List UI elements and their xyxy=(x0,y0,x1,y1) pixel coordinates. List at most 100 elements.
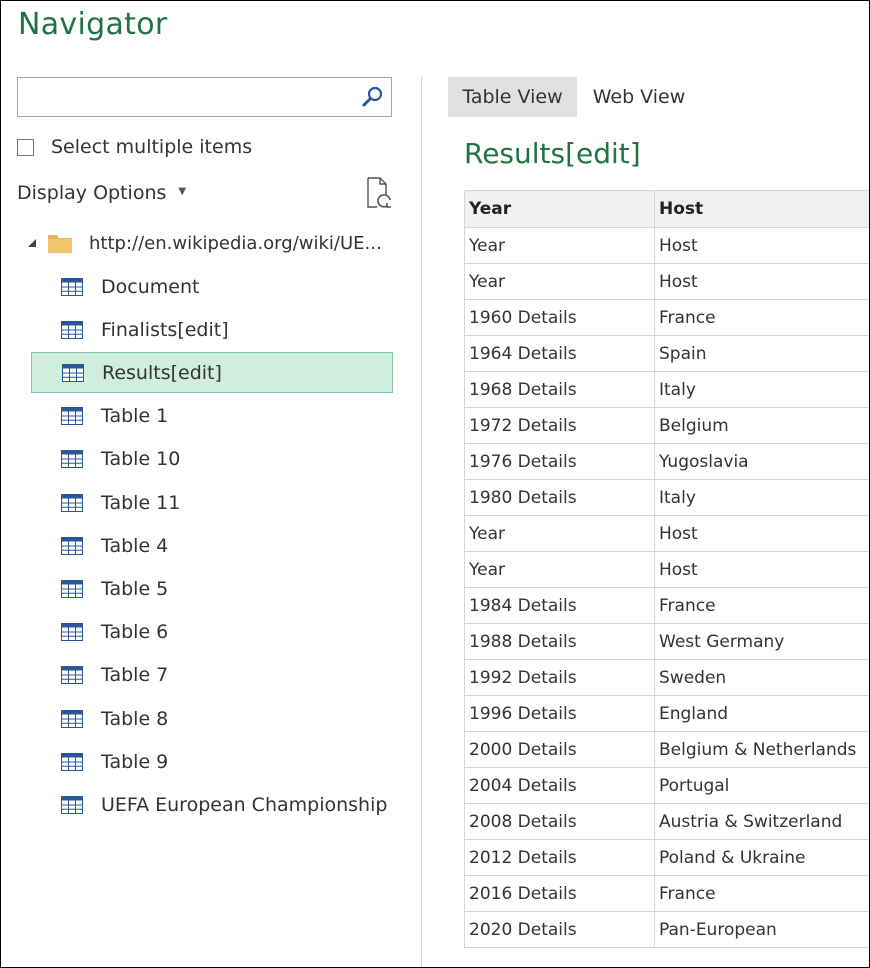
table-row: Year Host xyxy=(464,515,869,552)
cell-host: Italy xyxy=(654,479,869,516)
cell-host: Sweden xyxy=(654,659,869,696)
cell-host: Host xyxy=(654,263,869,300)
cell-year: Year xyxy=(464,227,655,264)
tree-item[interactable]: Table 1 xyxy=(31,396,393,437)
table-icon xyxy=(61,320,83,339)
tree-item-label: Table 10 xyxy=(101,448,181,471)
tree-item-label: Table 4 xyxy=(101,534,169,557)
table-row: 1972 Details Belgium xyxy=(464,407,869,444)
select-multiple-checkbox[interactable] xyxy=(17,138,34,156)
cell-year: 1996 Details xyxy=(464,695,655,732)
table-row: 1976 Details Yugoslavia xyxy=(464,443,869,480)
expand-triangle-icon[interactable] xyxy=(27,238,37,248)
tree-item[interactable]: Table 9 xyxy=(31,741,393,782)
table-row: Year Host xyxy=(464,551,869,588)
table-row: 2004 Details Portugal xyxy=(464,767,869,804)
table-icon xyxy=(62,363,84,382)
tree-item-label: Table 11 xyxy=(101,491,181,514)
tree-item[interactable]: Table 5 xyxy=(31,568,393,609)
tree-item[interactable]: Results[edit] xyxy=(31,352,393,394)
tree-item[interactable]: Table 7 xyxy=(31,655,393,696)
table-row: 1996 Details England xyxy=(464,695,869,732)
cell-year: 1960 Details xyxy=(464,299,655,336)
table-icon xyxy=(61,450,83,469)
table-icon xyxy=(61,536,83,555)
chevron-down-icon: ▼ xyxy=(178,185,187,197)
table-row: 2020 Details Pan-European xyxy=(464,911,869,948)
cell-year: 1968 Details xyxy=(464,371,655,408)
table-icon xyxy=(61,407,83,426)
tree-item[interactable]: Document xyxy=(31,266,393,307)
cell-year: 1980 Details xyxy=(464,479,655,516)
tab-table-view[interactable]: Table View xyxy=(448,77,577,117)
tree-item-label: Table 5 xyxy=(101,577,169,600)
table-row: 1960 Details France xyxy=(464,299,869,336)
cell-year: 2008 Details xyxy=(464,803,655,840)
table-row: 2012 Details Poland & Ukraine xyxy=(464,839,869,876)
tree-item-label: Table 8 xyxy=(101,707,169,730)
display-options-dropdown[interactable]: Display Options ▼ xyxy=(17,179,186,207)
folder-icon xyxy=(48,235,72,253)
window-title: Navigator xyxy=(18,7,168,42)
table-row: 1984 Details France xyxy=(464,587,869,624)
navigator-window: Navigator Select multiple items Display … xyxy=(0,0,870,968)
tree-item-label: Table 6 xyxy=(101,621,169,644)
tree-root-label: http://en.wikipedia.org/wiki/UE... xyxy=(89,232,382,254)
search-icon[interactable] xyxy=(361,85,385,109)
table-icon xyxy=(61,623,83,642)
tree-item-label: UEFA European Championship xyxy=(101,793,388,816)
cell-year: Year xyxy=(464,515,655,552)
search-input[interactable] xyxy=(17,77,392,117)
tree-item[interactable]: Finalists[edit] xyxy=(31,309,393,350)
cell-host: Belgium xyxy=(654,407,869,444)
cell-year: 1976 Details xyxy=(464,443,655,480)
tree-item[interactable]: Table 11 xyxy=(31,482,393,523)
cell-year: 1964 Details xyxy=(464,335,655,372)
table-icon xyxy=(61,666,83,685)
table-icon xyxy=(61,752,83,771)
preview-title: Results[edit] xyxy=(464,137,641,170)
cell-host: Host xyxy=(654,551,869,588)
cell-year: Year xyxy=(464,263,655,300)
cell-host: England xyxy=(654,695,869,732)
column-header-host[interactable]: Host xyxy=(654,190,869,228)
table-row: Year Host xyxy=(464,263,869,300)
column-header-year[interactable]: Year xyxy=(464,190,655,228)
tree-item[interactable]: Table 8 xyxy=(31,698,393,739)
table-row: 2008 Details Austria & Switzerland xyxy=(464,803,869,840)
tree-item[interactable]: Table 10 xyxy=(31,439,393,480)
select-multiple-option[interactable]: Select multiple items xyxy=(17,133,252,161)
cell-host: Austria & Switzerland xyxy=(654,803,869,840)
cell-host: Pan-European xyxy=(654,911,869,948)
tree-item-label: Table 1 xyxy=(101,405,169,428)
cell-host: Portugal xyxy=(654,767,869,804)
table-header-row: Year Host xyxy=(464,190,869,228)
tree-item[interactable]: Table 4 xyxy=(31,525,393,566)
cell-year: 2016 Details xyxy=(464,875,655,912)
cell-year: 2000 Details xyxy=(464,731,655,768)
pane-divider[interactable] xyxy=(421,77,422,967)
tree-item[interactable]: Table 6 xyxy=(31,612,393,653)
tree-item[interactable]: UEFA European Championship xyxy=(31,784,393,825)
table-row: 1988 Details West Germany xyxy=(464,623,869,660)
cell-year: 1988 Details xyxy=(464,623,655,660)
tree-item-label: Table 7 xyxy=(101,664,169,687)
cell-year: 1972 Details xyxy=(464,407,655,444)
tree-item-label: Table 9 xyxy=(101,750,169,773)
table-icon xyxy=(61,277,83,296)
table-row: 1968 Details Italy xyxy=(464,371,869,408)
cell-host: Host xyxy=(654,515,869,552)
cell-year: 1992 Details xyxy=(464,659,655,696)
table-icon xyxy=(61,709,83,728)
tree-item-label: Finalists[edit] xyxy=(101,318,229,341)
tab-web-view[interactable]: Web View xyxy=(579,77,699,117)
refresh-icon[interactable] xyxy=(365,176,393,210)
cell-host: West Germany xyxy=(654,623,869,660)
table-row: 1964 Details Spain xyxy=(464,335,869,372)
tree-root-item[interactable]: http://en.wikipedia.org/wiki/UE... xyxy=(27,227,382,259)
table-row: 1992 Details Sweden xyxy=(464,659,869,696)
table-row: 2016 Details France xyxy=(464,875,869,912)
select-multiple-label: Select multiple items xyxy=(51,136,253,158)
tree-item-label: Results[edit] xyxy=(102,361,222,384)
cell-host: Host xyxy=(654,227,869,264)
